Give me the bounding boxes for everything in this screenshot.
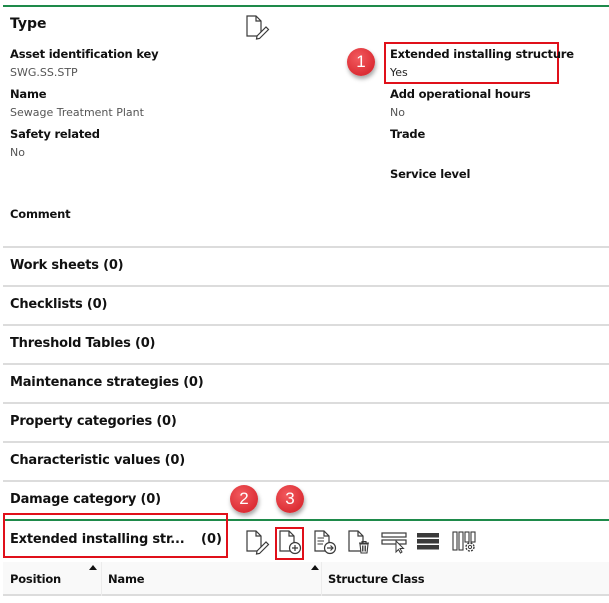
extended-installing-structure-value: Yes [390,66,408,79]
column-header-position[interactable]: Position [3,562,101,596]
document-edit-icon [246,530,270,555]
section-top-rule [3,5,609,7]
type-section-title: Type [10,16,47,32]
select-row-button[interactable] [380,527,408,557]
column-settings-button[interactable] [450,527,478,557]
extended-installing-structure-label: Extended installing structure [390,47,574,61]
name-value: Sewage Treatment Plant [10,106,144,119]
annotation-badge-2: 2 [230,485,258,513]
name-label: Name [10,87,47,101]
row-select-icon [381,532,407,554]
divider [3,324,609,326]
document-add-icon [279,530,302,555]
extended-panel-count: (0) [201,532,222,547]
type-edit-button[interactable] [244,14,270,40]
list-view-icon [417,533,439,550]
section-maintenance-strategies[interactable]: Maintenance strategies (0) [10,375,204,390]
extended-panel-title[interactable]: Extended installing str... [10,532,185,547]
document-edit-icon [246,15,270,40]
asset-id-value: SWG.SS.STP [10,66,78,79]
open-document-button[interactable] [311,527,339,557]
comment-label: Comment [10,207,71,221]
add-operational-hours-value: No [390,106,405,119]
document-export-icon [314,530,337,555]
column-settings-icon [452,531,476,552]
divider [3,285,609,287]
list-view-button[interactable] [414,527,442,557]
annotation-badge-3: 3 [276,485,304,513]
service-level-label: Service level [390,167,471,181]
asset-id-label: Asset identification key [10,47,159,61]
divider [3,363,609,365]
divider [3,246,609,248]
safety-related-label: Safety related [10,127,100,141]
section-characteristic-values[interactable]: Characteristic values (0) [10,453,185,468]
divider [3,441,609,443]
sort-ascending-icon [89,565,97,570]
column-header-name-label: Name [108,572,145,586]
column-header-structure-class[interactable]: Structure Class [321,562,609,596]
divider [3,480,609,482]
add-operational-hours-label: Add operational hours [390,87,531,101]
annotation-badge-1: 1 [347,48,375,76]
sort-ascending-icon [311,565,319,570]
column-header-position-label: Position [10,572,62,586]
add-document-button[interactable] [276,527,304,557]
trade-label: Trade [390,127,426,141]
delete-document-button[interactable] [345,527,373,557]
section-threshold-tables[interactable]: Threshold Tables (0) [10,336,156,351]
divider [3,402,609,404]
structure-table-header: Position Name Structure Class [3,562,609,596]
column-header-name[interactable]: Name [101,562,321,596]
edit-document-button[interactable] [243,527,271,557]
section-work-sheets[interactable]: Work sheets (0) [10,258,124,273]
safety-related-value: No [10,146,25,159]
column-header-structure-class-label: Structure Class [328,572,425,586]
section-checklists[interactable]: Checklists (0) [10,297,107,312]
section-damage-category[interactable]: Damage category (0) [10,492,161,507]
document-delete-icon [348,530,369,554]
section-property-categories[interactable]: Property categories (0) [10,414,177,429]
